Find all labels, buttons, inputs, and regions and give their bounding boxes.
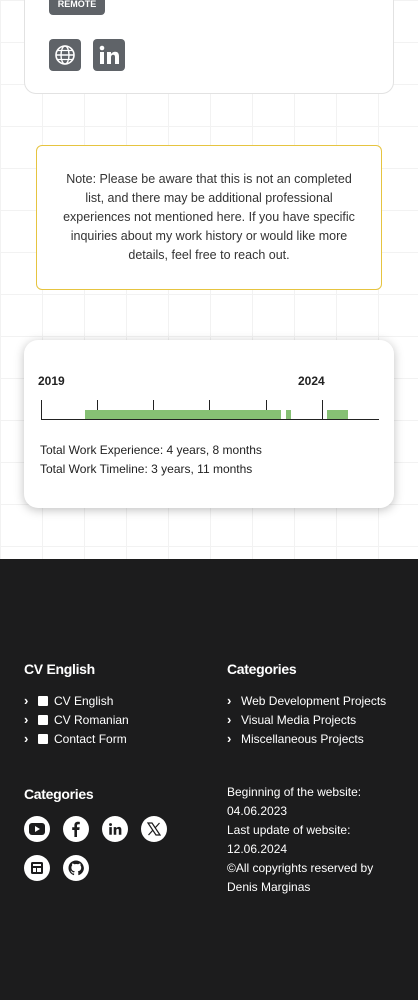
total-work-experience: Total Work Experience: 4 years, 8 months	[40, 443, 262, 457]
timeline-tick	[41, 400, 42, 420]
website-icon[interactable]	[24, 855, 50, 881]
footer-categories-heading: Categories	[227, 661, 297, 677]
total-work-timeline: Total Work Timeline: 3 years, 11 months	[40, 462, 253, 476]
footer-link-label: Visual Media Projects	[241, 712, 357, 727]
timeline-end-year: 2024	[298, 374, 325, 388]
experience-period-bar	[286, 410, 291, 419]
note-text: Note: Please be aware that this is not a…	[63, 172, 355, 262]
badge-icon	[38, 714, 48, 725]
remote-badge: REMOTE	[49, 0, 105, 15]
note-box: Note: Please be aware that this is not a…	[36, 145, 382, 290]
timeline-tick	[322, 400, 323, 420]
github-icon[interactable]	[63, 855, 89, 881]
footer-link-label: CV English	[54, 693, 114, 708]
youtube-icon[interactable]	[24, 816, 50, 842]
linkedin-icon[interactable]	[102, 816, 128, 842]
footer-link-label: Contact Form	[54, 731, 127, 746]
timeline-start-year: 2019	[38, 374, 65, 388]
footer-link-cv-english[interactable]: › CV English	[24, 693, 113, 708]
experience-period-bar	[327, 410, 348, 419]
chevron-right-icon: ›	[24, 712, 29, 727]
chevron-right-icon: ›	[227, 693, 232, 708]
chevron-right-icon: ›	[227, 731, 232, 746]
update-date: 12.06.2024	[227, 842, 288, 856]
timeline-card: 2019 2024 Total Work Experience: 4 years…	[24, 340, 394, 508]
globe-icon[interactable]	[49, 39, 81, 71]
footer-link-label: Web Development Projects	[241, 693, 387, 708]
footer-link-miscellaneous[interactable]: › Miscellaneous Projects	[227, 731, 364, 746]
update-label: Last update of website:	[227, 823, 351, 837]
linkedin-icon[interactable]	[93, 39, 125, 71]
begin-label: Beginning of the website:	[227, 785, 362, 799]
footer-link-label: CV Romanian	[54, 712, 129, 727]
begin-date: 04.06.2023	[227, 804, 288, 818]
list-icon	[38, 733, 48, 744]
footer-social-heading: Categories	[24, 786, 94, 802]
website-info: Beginning of the website: 04.06.2023 Las…	[227, 783, 373, 897]
timeline-axis	[41, 419, 379, 420]
chevron-right-icon: ›	[227, 712, 232, 727]
badge-icon	[38, 695, 48, 706]
experience-card: REMOTE	[24, 0, 394, 94]
footer-link-visual-media[interactable]: › Visual Media Projects	[227, 712, 356, 727]
experience-period-bar	[85, 410, 281, 419]
footer-link-label: Miscellaneous Projects	[241, 731, 364, 746]
chevron-right-icon: ›	[24, 731, 29, 746]
footer-link-cv-romanian[interactable]: › CV Romanian	[24, 712, 129, 727]
facebook-icon[interactable]	[63, 816, 89, 842]
x-icon[interactable]	[141, 816, 167, 842]
footer-link-contact-form[interactable]: › Contact Form	[24, 731, 127, 746]
author-name: Denis Marginas	[227, 880, 311, 894]
footer-cv-heading: CV English	[24, 661, 95, 677]
footer-link-web-development[interactable]: › Web Development Projects	[227, 693, 386, 708]
chevron-right-icon: ›	[24, 693, 29, 708]
site-footer: CV English › CV English › CV Romanian › …	[0, 559, 418, 1000]
copyright-text: ©All copyrights reserved by	[227, 861, 374, 875]
